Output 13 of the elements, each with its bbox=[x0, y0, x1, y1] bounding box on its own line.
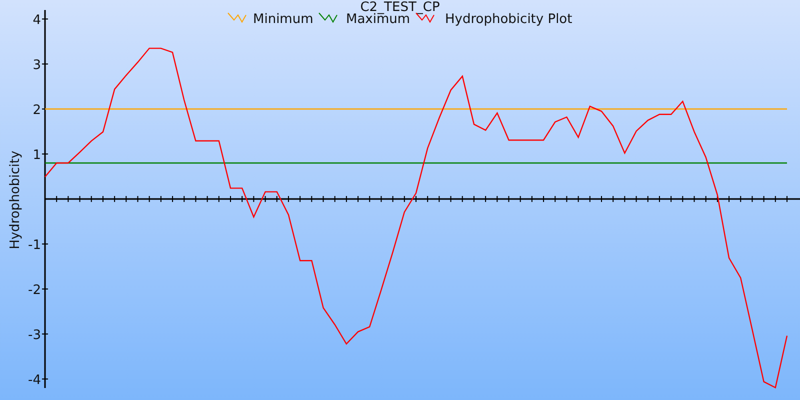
legend-label: Minimum bbox=[253, 12, 314, 27]
tick-label: -3 bbox=[28, 328, 41, 343]
tick-label: -2 bbox=[28, 283, 41, 298]
tick-label: 2 bbox=[32, 103, 41, 118]
chart-title: C2_TEST_CP bbox=[360, 0, 440, 15]
axis-title: Hydrophobicity bbox=[8, 150, 23, 250]
legend-label: Maximum bbox=[346, 12, 410, 27]
tick-label: 4 bbox=[32, 13, 41, 28]
legend-label: Hydrophobicity Plot bbox=[445, 12, 572, 27]
tick-label: 3 bbox=[32, 58, 41, 73]
tick-label: 1 bbox=[32, 148, 41, 163]
tick-label: -1 bbox=[28, 238, 41, 253]
tick-label: -4 bbox=[28, 373, 41, 388]
